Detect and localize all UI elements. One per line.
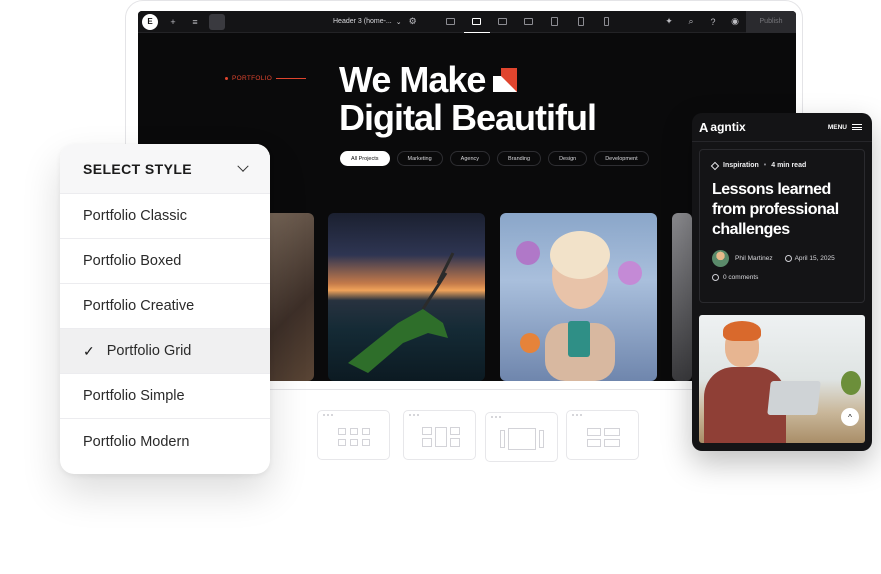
section-tag: PORTFOLIO xyxy=(225,75,307,82)
menu-label: MENU xyxy=(827,123,847,131)
scroll-to-top-button[interactable]: ^ xyxy=(841,408,859,426)
filter-branding[interactable]: Branding xyxy=(497,151,542,166)
tablet-icon[interactable] xyxy=(516,11,542,33)
brand-mark-icon xyxy=(493,68,518,92)
hamburger-icon xyxy=(852,124,862,130)
add-element-icon[interactable]: + xyxy=(162,11,184,33)
menu-button[interactable]: MENU xyxy=(828,124,862,131)
plant-graphic xyxy=(841,371,861,395)
hero-title-line2: Digital Beautiful xyxy=(339,97,597,138)
filter-bar: All Projects Marketing Agency Branding D… xyxy=(340,151,649,166)
option-label: Portfolio Simple xyxy=(83,388,185,404)
page-settings-gear-icon[interactable]: ⚙ xyxy=(402,11,424,33)
option-label: Portfolio Grid xyxy=(106,343,192,359)
portfolio-card-lake-sunset-image[interactable] xyxy=(328,213,485,381)
option-label: Portfolio Boxed xyxy=(83,253,182,269)
editor-toolbar: E + ≡ Header 3 (home-... ⌄ ⚙ ✦ ⌕ ? ◉ Pub… xyxy=(138,11,796,33)
filter-development[interactable]: Development xyxy=(594,151,649,166)
author-name[interactable]: Phil Martinez xyxy=(735,255,773,262)
mobile-small-icon[interactable] xyxy=(594,11,620,33)
layout-thumb-slider[interactable] xyxy=(485,412,558,462)
option-portfolio-classic[interactable]: Portfolio Classic xyxy=(60,194,270,239)
driftwood-graphic xyxy=(348,252,455,373)
option-label: Portfolio Creative xyxy=(83,298,195,314)
portfolio-card-partial-image[interactable] xyxy=(672,213,692,381)
chevron-down-icon xyxy=(237,160,249,172)
tag-dot-icon xyxy=(225,77,228,80)
option-portfolio-boxed[interactable]: Portfolio Boxed xyxy=(60,239,270,284)
filter-marketing[interactable]: Marketing xyxy=(396,151,443,166)
author-avatar xyxy=(712,250,729,267)
layers-icon[interactable] xyxy=(209,13,225,30)
publish-button[interactable]: Publish xyxy=(746,11,796,33)
option-portfolio-creative[interactable]: Portfolio Creative xyxy=(60,284,270,329)
help-icon[interactable]: ? xyxy=(702,11,724,33)
layout-thumb-grid[interactable] xyxy=(317,410,390,460)
post-read-time: 4 min read xyxy=(771,162,807,169)
blog-post-card[interactable]: Inspiration • 4 min read Lessons learned… xyxy=(699,149,865,303)
comments-row[interactable]: 0 comments xyxy=(712,274,758,281)
tag-icon xyxy=(710,161,720,170)
filter-agency[interactable]: Agency xyxy=(449,151,491,166)
filter-all-projects[interactable]: All Projects xyxy=(340,151,390,166)
option-portfolio-modern[interactable]: Portfolio Modern xyxy=(60,419,270,464)
logo-text: agntix xyxy=(710,120,746,134)
mobile-icon[interactable] xyxy=(568,11,594,33)
desktop-icon[interactable] xyxy=(438,11,464,33)
laptop-icon[interactable] xyxy=(463,11,490,33)
agntix-logo[interactable]: A agntix xyxy=(699,120,746,135)
comment-icon xyxy=(712,274,719,281)
laptop-graphic xyxy=(767,381,821,415)
select-style-header[interactable]: SELECT STYLE xyxy=(60,144,270,194)
option-label: Portfolio Modern xyxy=(83,433,190,450)
phone-header: A agntix MENU xyxy=(692,113,872,142)
meta-separator: • xyxy=(763,162,767,169)
search-icon[interactable]: ⌕ xyxy=(680,11,702,33)
tag-arrow-line xyxy=(276,78,307,79)
post-title[interactable]: Lessons learned from professional challe… xyxy=(712,180,862,240)
hero-title: We Make Digital Beautiful xyxy=(339,59,597,138)
post-photo[interactable] xyxy=(699,315,865,443)
comment-count: 0 comments xyxy=(723,274,759,281)
layout-thumb-two-column[interactable] xyxy=(566,410,639,460)
preview-eye-icon[interactable]: ◉ xyxy=(724,11,746,33)
logo-mark-icon: A xyxy=(699,119,709,135)
post-meta: Inspiration • 4 min read xyxy=(710,161,807,170)
phone-mockup: A agntix MENU Inspiration • 4 min read L… xyxy=(692,113,872,451)
post-date: April 15, 2025 xyxy=(794,255,835,262)
mobile-landscape-icon[interactable] xyxy=(542,11,568,33)
select-style-heading: SELECT STYLE xyxy=(83,160,193,177)
option-portfolio-simple[interactable]: Portfolio Simple xyxy=(60,374,270,419)
post-author-row: Phil Martinez April 15, 2025 xyxy=(712,250,835,267)
filter-design[interactable]: Design xyxy=(548,151,588,166)
portfolio-card-portrait-image[interactable] xyxy=(500,213,657,381)
document-selector[interactable]: Header 3 (home-... ⌄ xyxy=(333,18,402,26)
layout-thumb-masonry[interactable] xyxy=(403,410,476,460)
hero-title-line1: We Make xyxy=(339,59,486,100)
portrait-graphic xyxy=(516,231,642,381)
person-hair-graphic xyxy=(723,321,761,341)
checkmark-icon: ✓ xyxy=(83,342,95,359)
ai-sparkle-icon[interactable]: ✦ xyxy=(658,11,680,33)
document-title: Header 3 (home-... xyxy=(333,18,392,25)
option-label: Portfolio Classic xyxy=(83,208,187,224)
select-style-panel: SELECT STYLE Portfolio Classic Portfolio… xyxy=(60,144,270,474)
elementor-logo-icon[interactable]: E xyxy=(142,13,158,30)
settings-sliders-icon[interactable]: ≡ xyxy=(184,11,206,33)
tablet-landscape-icon[interactable] xyxy=(490,11,516,33)
post-category[interactable]: Inspiration xyxy=(723,162,759,169)
post-date-wrap: April 15, 2025 xyxy=(784,255,835,262)
device-switcher xyxy=(438,11,620,33)
section-tag-label: PORTFOLIO xyxy=(232,75,273,82)
clock-icon xyxy=(784,255,792,262)
option-portfolio-grid[interactable]: ✓ Portfolio Grid xyxy=(60,329,270,374)
